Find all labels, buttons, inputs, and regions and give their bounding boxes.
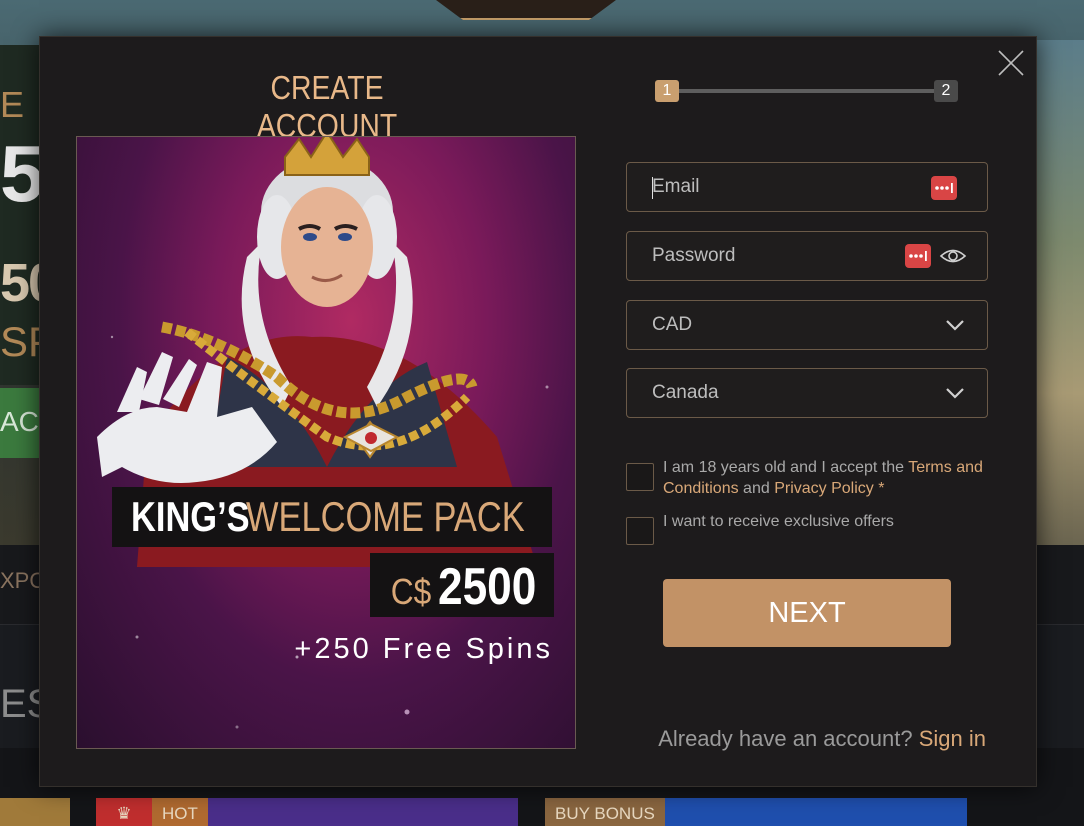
free-spins-label: +250 Free Spins	[294, 633, 553, 665]
bonus-currency: C$	[390, 571, 432, 612]
currency-select-value: CAD	[652, 314, 693, 335]
welcome-pack-label: WELCOME PACK	[246, 493, 525, 540]
password-field[interactable]	[627, 232, 987, 280]
terms-mid-text: and	[738, 480, 775, 497]
offers-label: I want to receive exclusive offers	[663, 513, 894, 530]
country-select[interactable]: Canada	[626, 368, 988, 418]
background-cta-button: ACCO	[0, 388, 44, 458]
terms-label: I am 18 years old and I accept the Terms…	[663, 457, 993, 499]
buy-bonus-badge: BUY BONUS	[545, 798, 665, 826]
terms-checkbox[interactable]	[626, 463, 654, 491]
chevron-down-icon	[946, 388, 964, 399]
account-prompt-text: Already have an account?	[658, 726, 913, 751]
password-field-container	[626, 231, 988, 281]
text-cursor	[652, 177, 653, 199]
password-manager-icon[interactable]	[905, 244, 931, 268]
create-account-modal: CREATE ACCOUNT KING’S WELCOME PACK C$ 25…	[39, 36, 1037, 787]
privacy-policy-link[interactable]: Privacy Policy	[774, 480, 874, 497]
crown-icon: ♛	[96, 798, 152, 826]
offers-checkbox[interactable]	[626, 517, 654, 545]
stepper-track	[667, 89, 946, 93]
background-game-tile	[0, 798, 70, 826]
welcome-pack-heading: KING’S WELCOME PACK	[112, 487, 553, 547]
sign-in-link[interactable]: Sign in	[919, 726, 986, 751]
country-select-value: Canada	[652, 382, 719, 403]
email-field-container	[626, 162, 988, 212]
required-marker: *	[873, 480, 885, 497]
bonus-amount: 2500	[438, 558, 537, 616]
background-promo-line: E	[0, 84, 25, 125]
background-promo-line: 5	[0, 129, 44, 218]
close-icon[interactable]	[996, 48, 1026, 78]
welcome-pack-banner: KING’S WELCOME PACK C$ 2500 +250 Free Sp…	[76, 136, 576, 749]
hot-badge: HOT	[152, 798, 208, 826]
currency-select[interactable]: CAD	[626, 300, 988, 350]
chevron-down-icon	[946, 320, 964, 331]
signin-prompt: Already have an account? Sign in	[658, 726, 986, 752]
password-manager-icon[interactable]	[931, 176, 957, 200]
site-logo-edge	[436, 0, 616, 20]
bonus-amount-box: C$ 2500	[369, 553, 554, 617]
step-2-indicator: 2	[934, 80, 958, 102]
show-password-eye-icon[interactable]	[939, 247, 967, 265]
terms-prefix-text: I am 18 years old and I accept the	[663, 459, 909, 476]
next-button[interactable]: NEXT	[663, 579, 951, 647]
modal-title: CREATE ACCOUNT	[256, 69, 398, 144]
kings-label: KING’S	[131, 493, 250, 540]
registration-stepper: 1 2	[655, 80, 958, 102]
step-1-indicator: 1	[655, 80, 679, 102]
